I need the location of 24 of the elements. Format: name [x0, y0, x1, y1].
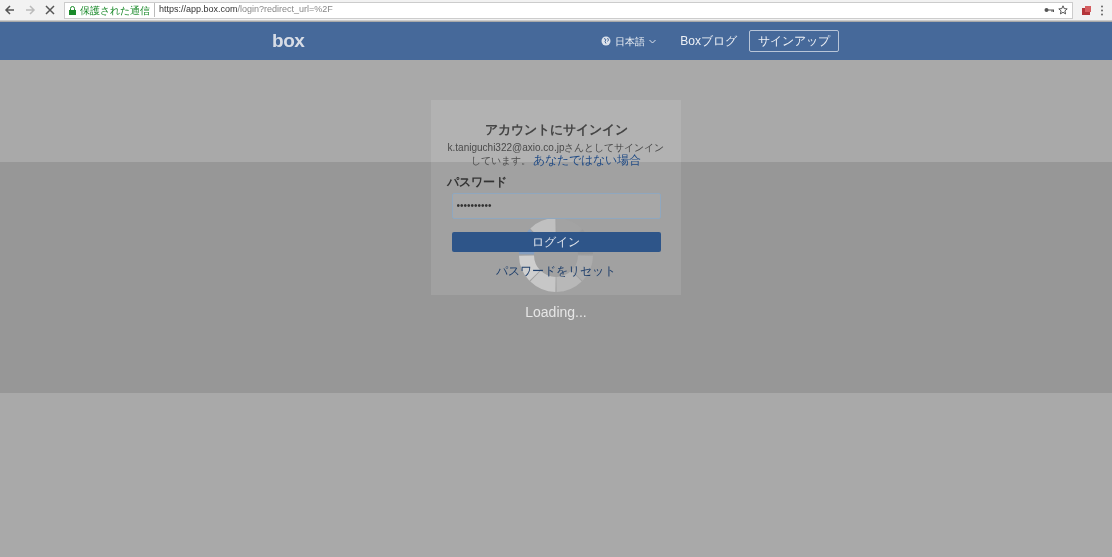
key-icon[interactable] [1044, 6, 1054, 14]
blog-link[interactable]: Boxブログ [680, 32, 737, 50]
login-title: アカウントにサインイン [484, 121, 628, 139]
signed-in-as-text: k.taniguchi322@axio.co.jpさんとしてサインインしています。 あなたではない場合 [447, 141, 665, 167]
back-arrow-icon[interactable] [4, 4, 16, 16]
url-text: https://app.box.com/login?redirect_url=%2F [154, 3, 333, 17]
secure-connection-label: 保護された通信 [80, 3, 150, 18]
stop-icon[interactable] [44, 4, 56, 16]
password-field[interactable]: •••••••••• [451, 192, 661, 219]
logo[interactable]: box [272, 26, 305, 56]
language-selector[interactable]: 日本語 [601, 33, 657, 49]
reset-password-link[interactable]: パスワードをリセット [496, 261, 616, 280]
address-bar[interactable]: 保護された通信 https://app.box.com/login?redirect_url=%2F [64, 1, 1073, 19]
password-label: パスワード [447, 173, 507, 191]
lock-icon [69, 5, 76, 15]
not-you-link[interactable]: あなたではない場合 [533, 152, 642, 167]
star-icon[interactable] [1058, 5, 1068, 15]
chevron-down-icon [649, 38, 657, 44]
signup-button[interactable]: サインアップ [749, 30, 839, 52]
menu-icon[interactable] [1100, 4, 1104, 16]
login-button[interactable]: ログイン [451, 231, 661, 252]
extension-icon[interactable] [1081, 4, 1092, 16]
loading-text: Loading... [524, 303, 588, 322]
globe-icon [601, 36, 612, 46]
